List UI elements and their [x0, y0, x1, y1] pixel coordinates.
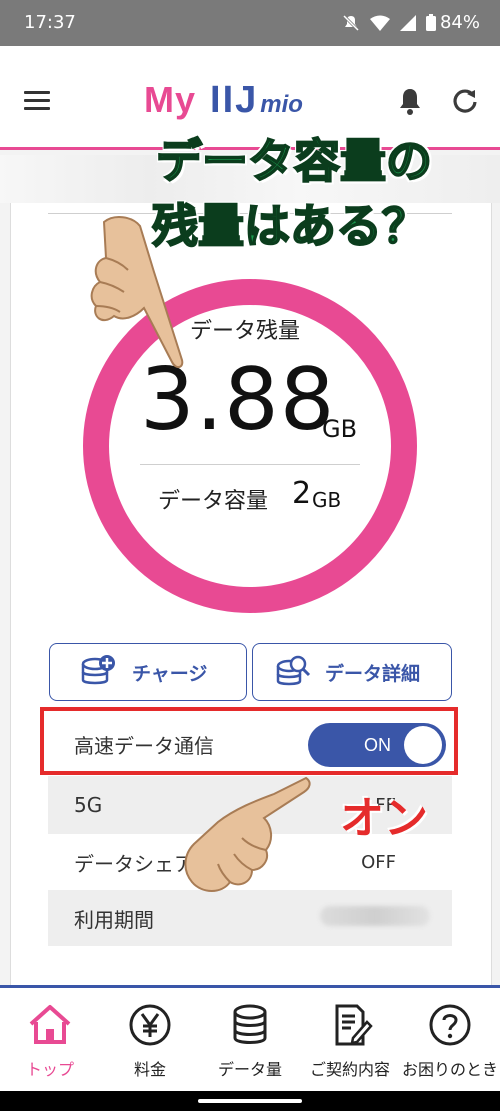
period-label: 利用期間 — [74, 907, 154, 932]
data-detail-button-label: データ詳細 — [325, 662, 421, 685]
nav-help-label: お困りのとき — [401, 1060, 498, 1079]
data-detail-button[interactable]: データ詳細 — [252, 643, 452, 701]
database-icon — [233, 1004, 267, 1044]
refresh-icon[interactable] — [450, 86, 480, 116]
logo-iij: IIJ — [210, 79, 259, 121]
home-indicator[interactable] — [198, 1099, 302, 1103]
datashare-label: データシェア — [74, 851, 194, 876]
battery-icon — [425, 14, 436, 31]
nav-contract[interactable]: ご契約内容 — [300, 988, 400, 1088]
gesture-bar — [0, 1091, 500, 1111]
capacity-unit: GB — [312, 488, 342, 512]
contract-icon — [335, 1004, 373, 1046]
pointing-hand-icon — [90, 216, 184, 368]
pointing-hand-icon-2 — [184, 776, 311, 892]
period-value-redacted — [320, 906, 430, 926]
yen-icon — [129, 1004, 171, 1046]
nav-contract-label: ご契約内容 — [309, 1060, 390, 1079]
on-annotation: オン — [340, 793, 428, 844]
nav-data-label: データ量 — [217, 1060, 282, 1079]
logo-my: My — [144, 79, 197, 120]
database-search-icon — [276, 655, 311, 686]
nav-top[interactable]: トップ — [0, 988, 100, 1088]
charge-button[interactable]: チャージ — [49, 643, 247, 701]
nav-help[interactable]: お困りのとき — [400, 988, 500, 1088]
database-plus-icon — [81, 655, 115, 685]
logo-mio: mio — [260, 91, 303, 118]
overlay-heading-line1: データ容量の — [155, 133, 433, 189]
highlight-box — [40, 707, 458, 775]
nav-top-label: トップ — [25, 1060, 74, 1079]
status-time: 17:37 — [24, 12, 76, 33]
help-icon — [429, 1004, 471, 1046]
datashare-value: OFF — [361, 851, 396, 873]
status-icons: 84% — [342, 12, 480, 33]
nav-fee[interactable]: 料金 — [100, 988, 200, 1088]
capacity-value: 2 — [292, 476, 312, 511]
bottom-nav: トップ 料金 データ量 ご契約内容 お困りのとき — [0, 985, 500, 1094]
remaining-unit: GB — [322, 415, 358, 443]
ring-divider — [140, 464, 360, 465]
home-icon — [29, 1005, 71, 1044]
status-bar: 17:37 84% — [0, 0, 500, 46]
nav-data[interactable]: データ量 — [200, 988, 300, 1088]
battery-percent: 84% — [439, 12, 480, 33]
nav-fee-label: 料金 — [133, 1060, 166, 1079]
mute-icon — [342, 14, 360, 31]
charge-button-label: チャージ — [132, 662, 208, 685]
5g-label: 5G — [74, 793, 103, 817]
battery-indicator: 84% — [425, 12, 480, 33]
capacity-label: データ容量 — [158, 489, 269, 514]
wifi-icon — [369, 15, 390, 31]
app-logo[interactable]: My IIJ mio — [144, 74, 303, 122]
signal-icon — [399, 14, 416, 31]
bell-icon[interactable] — [396, 86, 424, 116]
menu-icon[interactable] — [24, 91, 50, 110]
remaining-label: データ残量 — [190, 319, 301, 344]
